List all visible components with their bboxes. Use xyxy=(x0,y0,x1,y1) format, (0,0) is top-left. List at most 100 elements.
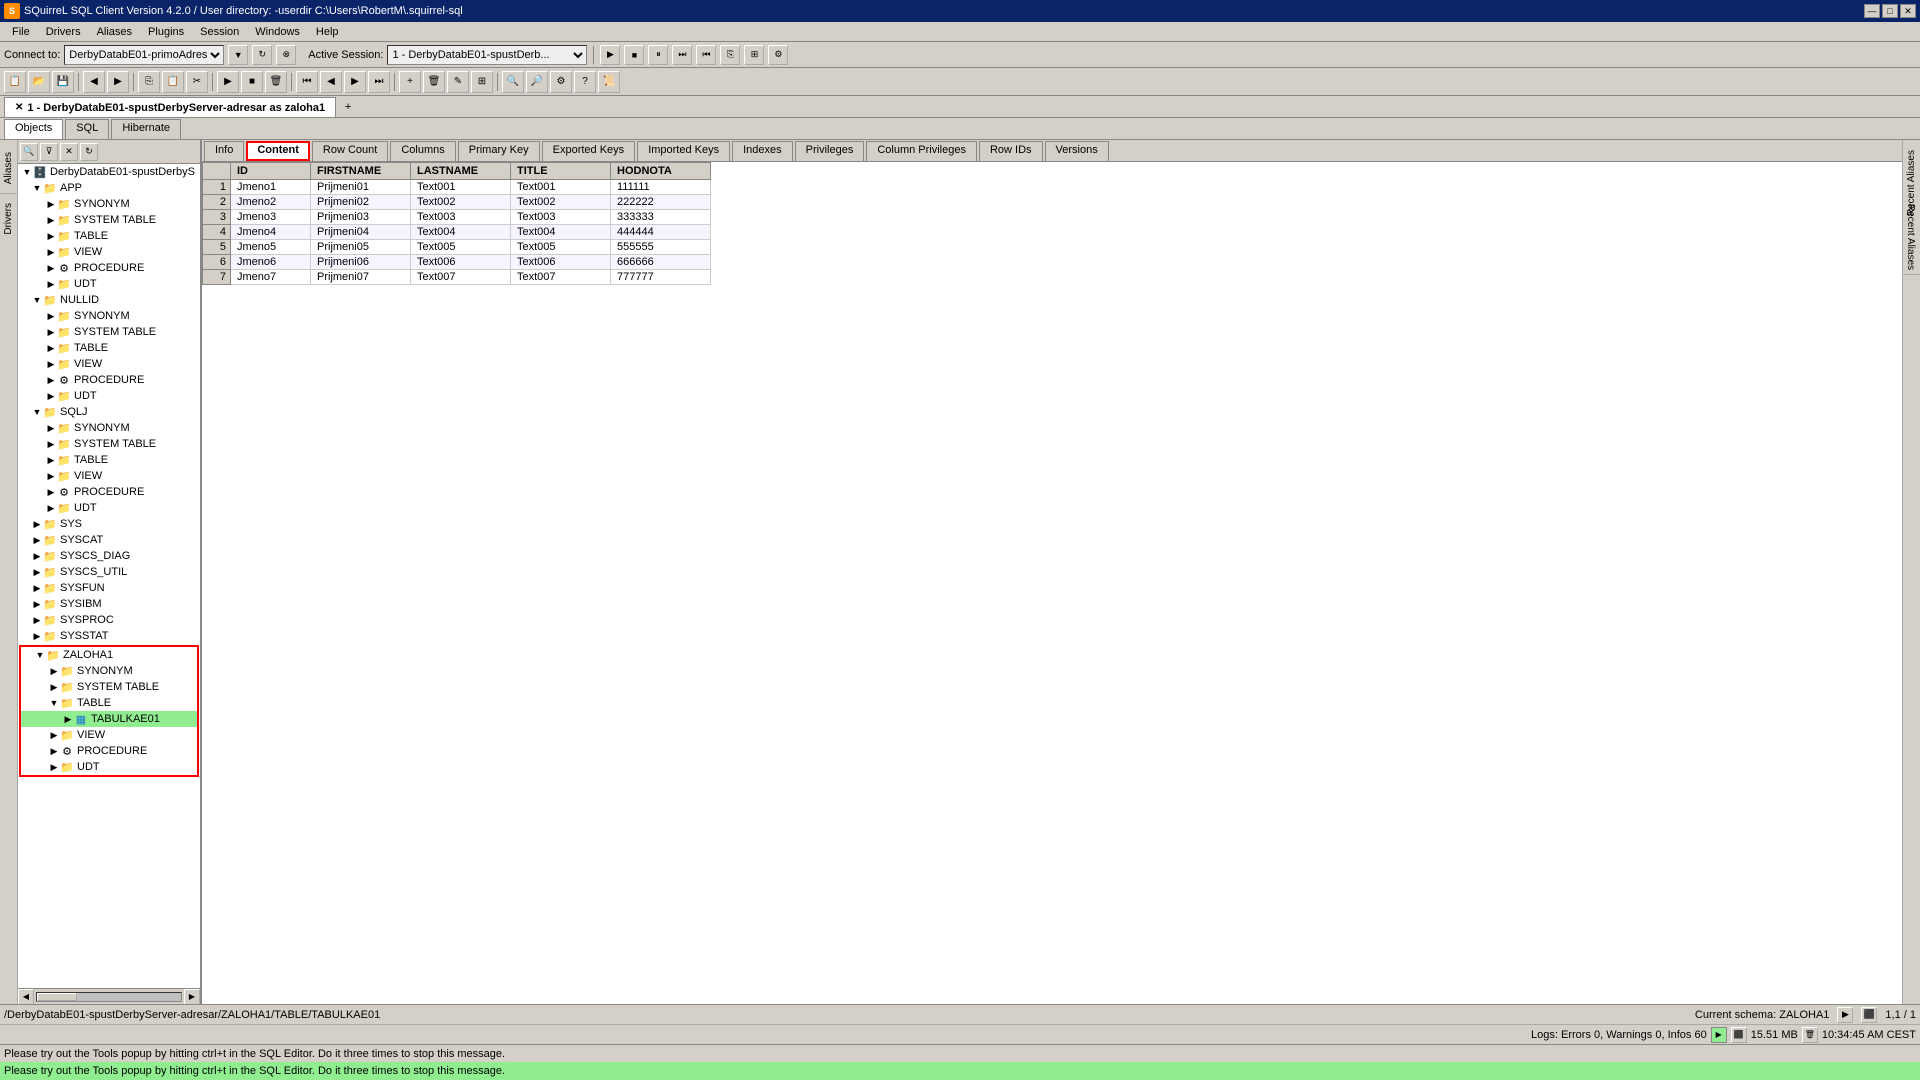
expand-icon[interactable]: ▶ xyxy=(46,340,56,356)
drivers-vtab[interactable]: Drivers xyxy=(0,194,17,244)
cell-hodnota[interactable]: 222222 xyxy=(611,195,711,210)
cell-title[interactable]: Text002 xyxy=(511,195,611,210)
expand-icon[interactable]: ▶ xyxy=(46,228,56,244)
expand-icon[interactable]: ▶ xyxy=(46,436,56,452)
content-tab-importedkeys[interactable]: Imported Keys xyxy=(637,141,730,161)
tree-node-sys[interactable]: ▶ 📁 SYS xyxy=(18,516,200,532)
filter-button[interactable]: ⊞ xyxy=(744,45,764,65)
tree-clear-btn[interactable]: ✕ xyxy=(60,143,78,161)
cell-title[interactable]: Text005 xyxy=(511,240,611,255)
cell-id[interactable]: Jmeno1 xyxy=(231,180,311,195)
tree-node-zaloha1-procedure[interactable]: ▶ ⚙ PROCEDURE xyxy=(21,743,197,759)
log-btn[interactable]: ⬛ xyxy=(1731,1027,1747,1043)
sub-tab-hibernate[interactable]: Hibernate xyxy=(111,119,181,139)
connect-button[interactable]: ▼ xyxy=(228,45,248,65)
cell-title[interactable]: Text007 xyxy=(511,270,611,285)
tb-add[interactable]: + xyxy=(399,71,421,93)
tree-node-sqlj-systemtable[interactable]: ▶ 📁 SYSTEM TABLE xyxy=(18,436,200,452)
cell-title[interactable]: Text006 xyxy=(511,255,611,270)
expand-icon[interactable]: ▶ xyxy=(46,324,56,340)
tb-run[interactable]: ▶ xyxy=(217,71,239,93)
menu-windows[interactable]: Windows xyxy=(247,24,308,40)
expand-icon[interactable]: ▶ xyxy=(46,500,56,516)
cell-firstname[interactable]: Prijmeni01 xyxy=(311,180,411,195)
content-tab-content[interactable]: Content xyxy=(246,141,310,161)
menu-session[interactable]: Session xyxy=(192,24,247,40)
col-header-hodnota[interactable]: HODNOTA xyxy=(611,163,711,180)
tb-help[interactable]: ? xyxy=(574,71,596,93)
expand-icon[interactable]: ▶ xyxy=(46,420,56,436)
tb-last[interactable]: ⏭ xyxy=(368,71,390,93)
refresh-button[interactable]: ↻ xyxy=(252,45,272,65)
tree-node-sysstat[interactable]: ▶ 📁 SYSSTAT xyxy=(18,628,200,644)
expand-icon[interactable]: ▶ xyxy=(32,516,42,532)
cell-id[interactable]: Jmeno5 xyxy=(231,240,311,255)
tree-node-app-procedure[interactable]: ▶ ⚙ PROCEDURE xyxy=(18,260,200,276)
sub-tab-sql[interactable]: SQL xyxy=(65,119,109,139)
cell-firstname[interactable]: Prijmeni02 xyxy=(311,195,411,210)
expand-icon-app[interactable]: ▼ xyxy=(32,180,42,196)
tree-reload-btn[interactable]: ↻ xyxy=(80,143,98,161)
table-row[interactable]: 3 Jmeno3 Prijmeni03 Text003 Text003 3333… xyxy=(203,210,711,225)
table-row[interactable]: 5 Jmeno5 Prijmeni05 Text005 Text005 5555… xyxy=(203,240,711,255)
tree-node-app-view[interactable]: ▶ 📁 VIEW xyxy=(18,244,200,260)
scroll-right-btn[interactable]: ▶ xyxy=(184,989,200,1005)
tb-edit[interactable]: ✎ xyxy=(447,71,469,93)
menu-help[interactable]: Help xyxy=(308,24,347,40)
expand-icon[interactable]: ▶ xyxy=(32,596,42,612)
session-pause-button[interactable]: ⏸ xyxy=(648,45,668,65)
session-stop-button[interactable]: ■ xyxy=(624,45,644,65)
tree-node-app-table[interactable]: ▶ 📁 TABLE xyxy=(18,228,200,244)
tree-filter-btn[interactable]: ⊽ xyxy=(40,143,58,161)
tree-node-nullid[interactable]: ▼ 📁 NULLID xyxy=(18,292,200,308)
tb-zoom[interactable]: 🔍 xyxy=(502,71,524,93)
scroll-left-btn[interactable]: ◀ xyxy=(18,989,34,1005)
tree-node-syscs-util[interactable]: ▶ 📁 SYSCS_UTIL xyxy=(18,564,200,580)
tree-node-sqlj[interactable]: ▼ 📁 SQLJ xyxy=(18,404,200,420)
cell-lastname[interactable]: Text006 xyxy=(411,255,511,270)
cell-title[interactable]: Text001 xyxy=(511,180,611,195)
session-run-button[interactable]: ▶ xyxy=(600,45,620,65)
cell-hodnota[interactable]: 555555 xyxy=(611,240,711,255)
expand-icon[interactable]: ▶ xyxy=(32,580,42,596)
content-tab-columnprivileges[interactable]: Column Privileges xyxy=(866,141,977,161)
tree-node-nullid-table[interactable]: ▶ 📁 TABLE xyxy=(18,340,200,356)
expand-icon[interactable]: ▶ xyxy=(46,244,56,260)
expand-icon[interactable]: ▶ xyxy=(46,372,56,388)
tree-node-db[interactable]: ▼ 🗄️ DerbyDatabE01-spustDerbyS xyxy=(18,164,200,180)
tree-node-sysproc[interactable]: ▶ 📁 SYSPROC xyxy=(18,612,200,628)
cell-lastname[interactable]: Text002 xyxy=(411,195,511,210)
expand-icon[interactable]: ▶ xyxy=(46,452,56,468)
menu-file[interactable]: File xyxy=(4,24,38,40)
tb-first[interactable]: ⏮ xyxy=(296,71,318,93)
session-back-button[interactable]: ⏮ xyxy=(696,45,716,65)
tb-copy[interactable]: ⎘ xyxy=(138,71,160,93)
col-header-firstname[interactable]: FIRSTNAME xyxy=(311,163,411,180)
expand-icon[interactable]: ▶ xyxy=(46,196,56,212)
cell-id[interactable]: Jmeno3 xyxy=(231,210,311,225)
expand-icon[interactable]: ▶ xyxy=(32,612,42,628)
cell-hodnota[interactable]: 444444 xyxy=(611,225,711,240)
content-tab-columns[interactable]: Columns xyxy=(390,141,455,161)
tree-node-sysfun[interactable]: ▶ 📁 SYSFUN xyxy=(18,580,200,596)
tree-node-nullid-udt[interactable]: ▶ 📁 UDT xyxy=(18,388,200,404)
cell-lastname[interactable]: Text007 xyxy=(411,270,511,285)
expand-icon[interactable]: ▶ xyxy=(46,388,56,404)
tree-node-app[interactable]: ▼ 📁 APP xyxy=(18,180,200,196)
expand-icon[interactable]: ▶ xyxy=(46,260,56,276)
content-tab-rowids[interactable]: Row IDs xyxy=(979,141,1043,161)
tree-node-sqlj-synonym[interactable]: ▶ 📁 SYNONYM xyxy=(18,420,200,436)
tree-node-zaloha1-systemtable[interactable]: ▶ 📁 SYSTEM TABLE xyxy=(21,679,197,695)
tb-filter[interactable]: ⊞ xyxy=(471,71,493,93)
expand-icon[interactable]: ▶ xyxy=(32,532,42,548)
memory-btn[interactable]: 🗑 xyxy=(1802,1027,1818,1043)
tree-node-zaloha1-udt[interactable]: ▶ 📁 UDT xyxy=(21,759,197,775)
cell-hodnota[interactable]: 111111 xyxy=(611,180,711,195)
content-tab-info[interactable]: Info xyxy=(204,141,244,161)
tree-node-zaloha1-synonym[interactable]: ▶ 📁 SYNONYM xyxy=(21,663,197,679)
tb-open[interactable]: 📂 xyxy=(28,71,50,93)
tree-node-syscat[interactable]: ▶ 📁 SYSCAT xyxy=(18,532,200,548)
table-row[interactable]: 2 Jmeno2 Prijmeni02 Text002 Text002 2222… xyxy=(203,195,711,210)
sub-tab-objects[interactable]: Objects xyxy=(4,119,63,139)
connect-select[interactable]: DerbyDatabE01-primoAdresar/ xyxy=(64,45,224,65)
